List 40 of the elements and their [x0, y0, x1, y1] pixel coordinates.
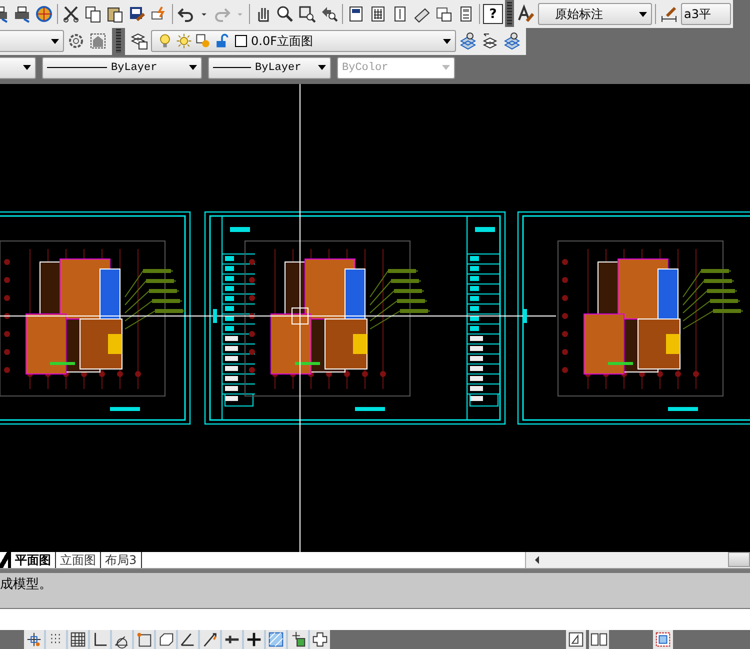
horizontal-scrollbar[interactable]: [525, 552, 750, 568]
zoom-window-icon[interactable]: [297, 4, 317, 24]
layer-states-icon[interactable]: [502, 31, 522, 52]
grid-icon[interactable]: [68, 630, 88, 649]
text-style-icon[interactable]: [516, 4, 536, 24]
linetype-dropdown[interactable]: ByLayer: [42, 56, 202, 79]
layout-tab[interactable]: 平面图: [8, 552, 56, 568]
polar-icon[interactable]: [112, 630, 132, 649]
dimension-style-dropdown[interactable]: a3平: [681, 3, 731, 26]
layer-properties-icon[interactable]: [129, 31, 149, 52]
help-button[interactable]: ?: [483, 4, 503, 24]
command-input-field[interactable]: [0, 608, 750, 630]
lineweight-dropdown[interactable]: ByLayer: [208, 56, 331, 79]
make-current-icon[interactable]: [458, 31, 478, 52]
cut-icon[interactable]: [61, 4, 81, 24]
print-preview-icon[interactable]: [12, 4, 32, 24]
layer-dropdown[interactable]: 0.0F立面图: [151, 30, 456, 52]
toolbar-grip[interactable]: [507, 2, 512, 26]
viewport-grip: [523, 308, 527, 323]
object-snap-icon[interactable]: [134, 630, 154, 649]
command-history-text: 成模型。: [0, 576, 52, 592]
layer-color-swatch: [235, 35, 247, 48]
dimension-style-icon[interactable]: [659, 4, 679, 24]
tab-scroll-edge: [0, 552, 8, 568]
viewport-grip: [213, 308, 217, 323]
lineweight-icon[interactable]: [222, 630, 242, 649]
dot-grid-icon[interactable]: [46, 630, 66, 649]
color-dropdown[interactable]: [0, 56, 36, 79]
snap-icon[interactable]: [24, 630, 44, 649]
copy-icon[interactable]: [83, 4, 103, 24]
plus-icon[interactable]: [244, 630, 264, 649]
toolbar-grip[interactable]: [116, 29, 121, 54]
ortho-icon[interactable]: [90, 630, 110, 649]
maximize-viewport-icon[interactable]: [653, 630, 673, 649]
zoom-icon[interactable]: [275, 4, 295, 24]
drawing-canvas[interactable]: [0, 84, 750, 552]
layout-view-icon[interactable]: [589, 630, 609, 649]
scroll-thumb[interactable]: [728, 552, 750, 568]
model-space-icon[interactable]: [566, 630, 586, 649]
text-style-dropdown[interactable]: 原始标注: [538, 3, 652, 26]
